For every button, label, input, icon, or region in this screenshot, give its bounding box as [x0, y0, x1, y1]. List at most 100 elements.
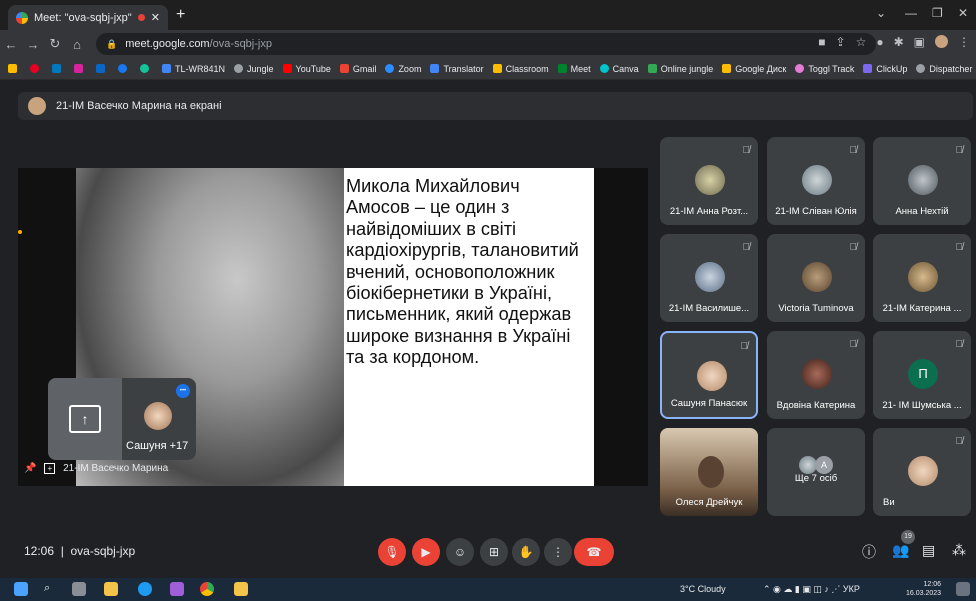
system-tray[interactable]: ⌃ ◉ ☁ ▮ ▣ ◫ ♪ ⋰ УКР — [763, 584, 860, 595]
app-icon[interactable] — [170, 582, 184, 596]
close-tab-icon[interactable]: ✕ — [151, 11, 160, 24]
sidepanel-icon[interactable]: ▣ — [914, 35, 925, 49]
pin-icon[interactable]: 📌 — [24, 463, 36, 474]
language-indicator[interactable]: УКР — [843, 584, 860, 594]
url-host: meet.google.com — [125, 38, 210, 50]
task-view-icon[interactable] — [72, 582, 86, 596]
bookmark-meet[interactable]: Meet — [557, 64, 591, 74]
more-options-button[interactable]: ⋮ — [544, 538, 572, 566]
forward-icon[interactable]: → — [22, 37, 44, 52]
mic-off-icon: 🎙̸ — [955, 436, 964, 447]
extension-icon[interactable]: ● — [876, 35, 883, 49]
edge-icon[interactable] — [138, 582, 152, 596]
self-view-label: Сашуня +17 — [126, 440, 189, 452]
bookmark-canva[interactable]: Canva — [599, 64, 639, 74]
menu-icon[interactable]: ⋮ — [958, 35, 970, 49]
address-bar[interactable]: 🔒 meet.google.com/ova-sqbj-jxp — [96, 33, 876, 55]
bookmark-jungle[interactable]: Jungle — [234, 64, 274, 74]
info-icon[interactable]: ⓘ — [862, 542, 876, 562]
chrome-icon[interactable] — [200, 582, 214, 596]
more-avatar-initial: A — [815, 456, 833, 474]
weather-widget[interactable]: 3°C Cloudy — [680, 584, 726, 594]
bookmark-linkedin-icon[interactable] — [96, 64, 109, 73]
share-icon[interactable]: ⇪ — [836, 35, 846, 49]
camera-toggle-button[interactable]: ▶ — [412, 538, 440, 566]
bookmark-google-drive[interactable]: Google Диск — [722, 64, 786, 74]
participant-tile[interactable]: 🎙̸ Victoria Tuminova — [767, 234, 865, 322]
reload-icon[interactable]: ↻ — [44, 36, 66, 52]
emoji-icon: ☺ — [453, 545, 467, 559]
search-icon[interactable]: ⌕ — [44, 582, 58, 596]
bookmark-pinterest-icon[interactable] — [30, 64, 43, 73]
bookmark-toggl[interactable]: Toggl Track — [795, 64, 854, 74]
participant-avatar — [802, 359, 832, 389]
stop-presenting-button[interactable]: ↑ — [48, 378, 122, 460]
mic-off-icon: 🎙̸ — [955, 145, 964, 156]
participant-tile[interactable]: 🎙̸ Анна Нехтій — [873, 137, 971, 225]
end-call-button[interactable]: ☎ — [574, 538, 614, 566]
bookmark-trello-icon[interactable] — [52, 64, 65, 73]
mic-off-icon: 🎙̸ — [742, 145, 751, 156]
mic-toggle-button[interactable]: 🎙 — [378, 538, 406, 566]
mic-off-icon: 🎙̸ — [849, 339, 858, 350]
participant-avatar — [697, 361, 727, 391]
bookmark-apps-icon[interactable] — [8, 64, 21, 73]
extensions-puzzle-icon[interactable]: ✱ — [894, 35, 904, 49]
bookmark-gmail[interactable]: Gmail — [339, 64, 376, 74]
participant-tile[interactable]: 🎙̸ 21-IM Сліван Юлія — [767, 137, 865, 225]
bookmark-facebook-icon[interactable] — [118, 64, 131, 73]
reactions-button[interactable]: ☺ — [446, 538, 474, 566]
bookmark-instagram-icon[interactable] — [74, 64, 87, 73]
file-explorer-icon[interactable] — [104, 582, 118, 596]
close-window-icon[interactable]: ✕ — [958, 6, 968, 20]
bookmark-tl-wr841n[interactable]: TL-WR841N — [162, 64, 225, 74]
camera-off-icon: ▶ — [421, 545, 431, 559]
bookmark-online-jungle[interactable]: Online jungle — [647, 64, 713, 74]
slide-text: Микола Михайлович Амосов – це один з най… — [346, 176, 579, 368]
profile-avatar[interactable] — [935, 35, 948, 48]
present-button[interactable]: ⊞ — [480, 538, 508, 566]
activities-icon[interactable]: ⁂ — [952, 542, 966, 559]
participant-tile-active-speaker[interactable]: 🎙̸ Сашуня Панасюк — [660, 331, 758, 419]
participant-initial-avatar: П — [908, 359, 938, 389]
recording-dot-icon — [137, 14, 145, 21]
more-participants-tile[interactable]: A Ще 7 осіб — [767, 428, 865, 516]
bookmark-translator[interactable]: Translator — [430, 64, 484, 74]
participant-video-tile[interactable]: Олеся Дрейчук — [660, 428, 758, 516]
participant-tile[interactable]: 🎙̸ 21-IM Анна Розт... — [660, 137, 758, 225]
participant-tile[interactable]: 🎙̸ 21-IM Василише... — [660, 234, 758, 322]
bookmark-dispatcher[interactable]: Dispatcher — [916, 64, 972, 74]
tab-search-icon[interactable]: ⌄ — [876, 6, 886, 20]
participant-tile[interactable]: 🎙̸ П 21- IM Шумська ... — [873, 331, 971, 419]
bookmark-star-icon[interactable]: ☆ — [856, 35, 867, 49]
mic-off-icon: 🎙 — [384, 545, 400, 559]
self-tile[interactable]: 🎙̸ Ви — [873, 428, 971, 516]
new-tab-button[interactable]: + — [176, 6, 185, 24]
maximize-icon[interactable]: ❐ — [932, 6, 943, 20]
self-view: ↑ ••• Сашуня +17 — [48, 378, 196, 460]
bookmark-youtube[interactable]: YouTube — [282, 64, 331, 74]
camera-status-icon[interactable]: ■ — [818, 35, 825, 49]
participant-tile[interactable]: 🎙̸ Вдовіна Катерина — [767, 331, 865, 419]
minimize-icon[interactable]: — — [905, 6, 917, 20]
bookmark-zoom[interactable]: Zoom — [385, 64, 421, 74]
present-icon[interactable]: + — [44, 463, 56, 474]
chat-icon[interactable]: ▤ — [922, 542, 935, 559]
participant-avatar — [908, 165, 938, 195]
browser-tab[interactable]: Meet: "ova-sqbj-jxp" ✕ — [8, 5, 168, 30]
mic-off-icon: 🎙̸ — [849, 242, 858, 253]
people-icon[interactable]: 👥 — [892, 542, 909, 559]
notifications-icon[interactable] — [956, 582, 970, 596]
taskbar-clock[interactable]: 12:06 16.03.2023 — [906, 580, 941, 598]
bookmark-grammarly-icon[interactable] — [140, 64, 153, 73]
arrow-up-icon: ↑ — [69, 405, 101, 433]
windows-start-icon[interactable] — [14, 582, 28, 596]
participant-tile[interactable]: 🎙̸ 21-IM Катерина ... — [873, 234, 971, 322]
raise-hand-button[interactable]: ✋ — [512, 538, 540, 566]
back-icon[interactable]: ← — [0, 37, 22, 52]
mic-off-icon: 🎙̸ — [742, 242, 751, 253]
folder-icon[interactable] — [234, 582, 248, 596]
bookmark-classroom[interactable]: Classroom — [492, 64, 549, 74]
bookmark-clickup[interactable]: ClickUp — [863, 64, 907, 74]
home-icon[interactable]: ⌂ — [66, 37, 88, 52]
